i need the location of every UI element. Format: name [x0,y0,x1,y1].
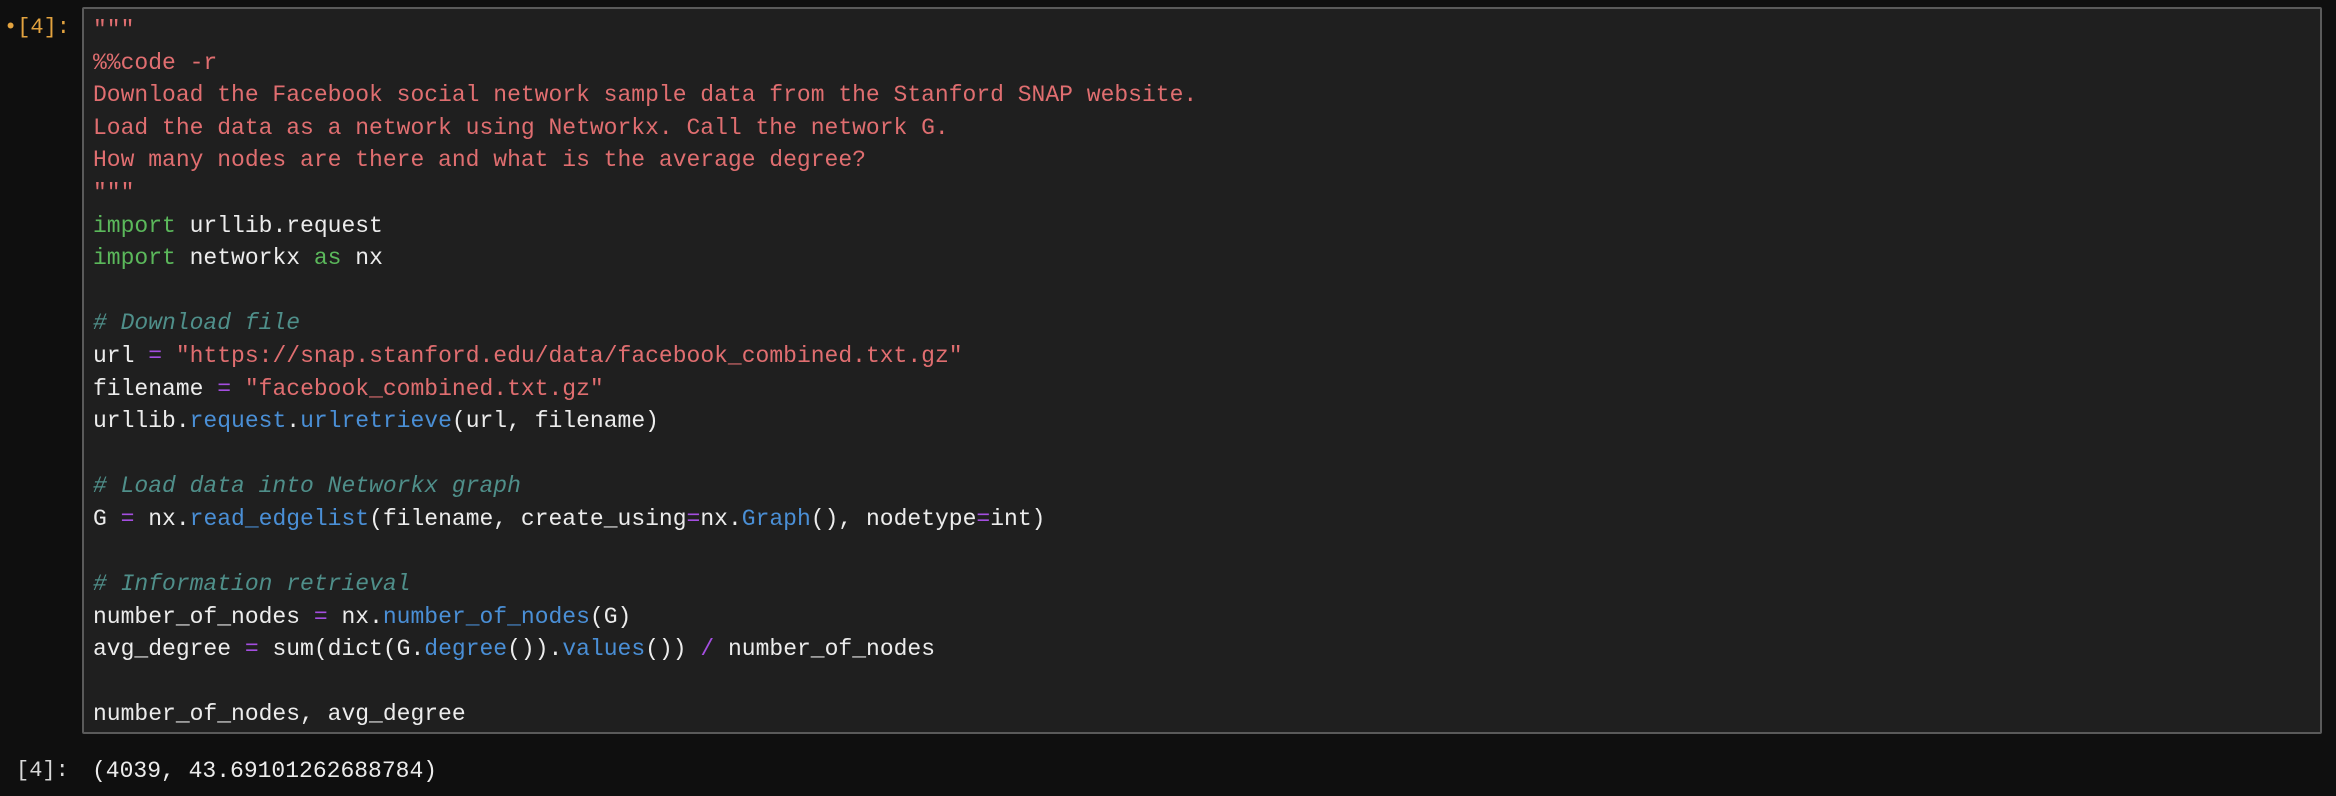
code-line: import urllib.request [93,210,1197,243]
code-token: int) [990,505,1046,532]
code-token: = [313,603,328,630]
code-line: G = nx.read_edgelist(filename, create_us… [93,503,1197,536]
code-token: import [93,245,176,272]
code-token: = [976,505,991,532]
code-token: number_of_nodes [714,636,936,663]
code-line: # Load data into Networkx graph [93,470,1197,503]
code-token: as [313,245,342,272]
code-token: """ [93,17,135,43]
code-line: avg_degree = sum(dict(G.degree()).values… [93,633,1197,666]
code-line: # Information retrieval [93,568,1197,601]
code-token: sum(dict(G. [258,636,425,663]
code-line: number_of_nodes, avg_degree [93,698,1197,731]
code-line: """ [93,177,1197,210]
code-token: = [244,636,259,663]
cell-output: (4039, 43.69101262688784) [92,758,438,784]
code-token: ()) [645,636,701,663]
code-line: """ [93,14,1197,47]
code-token: import [93,212,176,239]
code-token: ()). [507,636,563,663]
code-token: urllib. [93,408,190,435]
code-line: %%code -r [93,47,1197,80]
code-token: nx. [700,505,742,532]
code-token: = [120,505,135,532]
code-token: filename [93,375,218,402]
code-line: Load the data as a network using Network… [93,112,1197,145]
code-token: nx. [134,505,190,532]
code-token: # Information retrieval [93,571,411,598]
code-line: urllib.request.urlretrieve(url, filename… [93,405,1197,438]
code-token: (G) [589,603,632,630]
code-token: values [562,636,646,663]
code-token: urlretrieve [300,408,452,435]
code-token: # Download file [93,310,301,337]
code-token: degree [424,636,508,663]
code-cell[interactable]: """ %%code -r Download the Facebook social… [82,7,2322,734]
code-token: (), nodetype [810,505,977,532]
code-token: avg_degree [93,636,245,663]
code-token: read_edgelist [189,505,370,532]
code-token: "facebook_combined.txt.gz" [244,375,604,402]
code-line: url = "https://snap.stanford.edu/data/fa… [93,340,1197,373]
code-line: import networkx as nx [93,242,1197,275]
code-token: urllib.request [175,212,383,239]
code-line: How many nodes are there and what is the… [93,144,1197,177]
code-token: nx [341,245,383,272]
code-token: (filename, create_using [369,505,687,532]
code-token: url [93,342,149,369]
code-token: nx. [327,603,383,630]
code-token: "https://snap.stanford.edu/data/facebook… [175,342,963,369]
code-token: number_of_nodes [382,603,590,630]
code-token: Download the Facebook social network sam… [93,82,1198,109]
code-token: = [217,375,232,402]
input-prompt: •[4]: [4,15,71,40]
code-token: Graph [741,505,811,532]
code-token: %%code -r [93,49,218,76]
code-token: # Load data into Networkx graph [93,473,521,500]
code-token: request [189,408,287,435]
code-token: (url, filename) [451,408,659,435]
code-token: How many nodes are there and what is the… [93,147,866,174]
code-token: Load the data as a network using Network… [93,114,949,141]
output-prompt: [4]: [16,758,69,783]
code-token: . [286,408,301,435]
code-line: number_of_nodes = nx.number_of_nodes(G) [93,601,1197,634]
code-token: number_of_nodes [93,603,314,630]
code-editor[interactable]: """ %%code -r Download the Facebook social… [93,14,1197,731]
code-token: """ [93,179,135,206]
code-token: = [686,505,701,532]
code-token: number_of_nodes, avg_degree [93,701,466,728]
code-token: = [148,342,163,369]
code-token: G [93,505,121,532]
code-line: filename = "facebook_combined.txt.gz" [93,373,1197,406]
code-line: # Download file [93,307,1197,340]
code-line: Download the Facebook social network sam… [93,79,1197,112]
code-token: networkx [175,245,314,272]
code-token: / [700,636,715,663]
